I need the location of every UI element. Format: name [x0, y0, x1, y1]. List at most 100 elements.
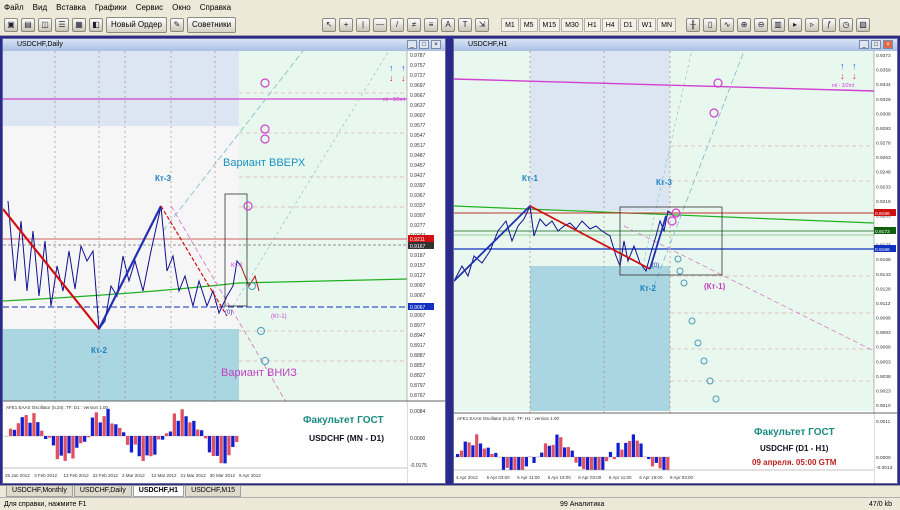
oscillator-bar: [627, 440, 632, 457]
timeframe-button[interactable]: M1: [501, 17, 519, 32]
oscillator-bar: [16, 423, 20, 436]
date-tick-label: 30 Mar 2012: [210, 473, 236, 478]
new-chart-icon[interactable]: ▣: [4, 17, 18, 32]
oscillator-bar: [211, 436, 215, 456]
metaeditor-icon[interactable]: ✎: [169, 17, 184, 32]
menu-item[interactable]: Файл: [4, 3, 24, 12]
oscillator-bar: [44, 436, 48, 440]
price-tick-label: 0.9277: [410, 223, 426, 229]
close-button[interactable]: ×: [431, 40, 441, 49]
text-icon[interactable]: A: [441, 17, 456, 32]
terminal-icon[interactable]: ▦: [72, 17, 86, 32]
timeframe-button[interactable]: H1: [583, 17, 601, 32]
maximize-button[interactable]: □: [419, 40, 429, 49]
window-title-text: USDCHF,Daily: [17, 41, 63, 48]
oscillator-bar: [122, 432, 126, 436]
date-tick-label: 9 Apr 2012: [239, 473, 261, 478]
crosshair-icon[interactable]: +: [339, 17, 354, 32]
tester-icon[interactable]: ◧: [89, 17, 103, 32]
bar-chart-icon[interactable]: ╫: [686, 17, 701, 32]
oscillator-bar: [578, 457, 582, 467]
date-tick-label: 21 Mar 2012: [181, 473, 207, 478]
arrows-icon[interactable]: ⇲: [475, 17, 490, 32]
timeframe-button[interactable]: H4: [601, 17, 619, 32]
timeframe-button[interactable]: M5: [519, 17, 538, 32]
timeframe-button[interactable]: M15: [538, 17, 561, 32]
minimize-button[interactable]: _: [859, 40, 869, 49]
price-tick-label: 0.9143: [876, 272, 891, 278]
navigator-icon[interactable]: ☰: [55, 17, 69, 32]
svg-text:↑: ↑: [840, 61, 845, 71]
zoom-in-icon[interactable]: ⊕: [737, 17, 752, 32]
oscillator-bar: [196, 429, 200, 436]
menu-item[interactable]: Справка: [200, 3, 231, 12]
oscillator-bar: [172, 413, 176, 436]
menu-item[interactable]: Сервис: [136, 3, 163, 12]
oscillator-bar: [658, 457, 662, 469]
timeframe-button[interactable]: W1: [637, 17, 657, 32]
oscillator-bar: [141, 436, 145, 461]
date-tick-label: 4 Apr 2012: [456, 475, 478, 480]
price-tick-label: 0.9263: [876, 155, 891, 161]
price-tick-label: 0.9727: [410, 73, 426, 79]
autoscroll-icon[interactable]: ▸: [788, 17, 803, 32]
oscillator-bar: [624, 442, 628, 457]
label-ml: ml - 3/2ml: [383, 97, 405, 103]
candle-chart-icon[interactable]: ▯: [703, 17, 718, 32]
menu-item[interactable]: Вставка: [56, 3, 86, 12]
oscillator-bar: [559, 437, 563, 457]
status-profile[interactable]: 99 Аналитика: [560, 501, 604, 508]
minimize-button[interactable]: _: [407, 40, 417, 49]
label-kt3: Кт-3: [656, 178, 672, 187]
chart-tab[interactable]: USDCHF,Daily: [73, 486, 132, 497]
menu-item[interactable]: Вид: [33, 3, 47, 12]
svg-text:0.0000: 0.0000: [876, 455, 891, 461]
chart-tab[interactable]: USDCHF,M15: [185, 486, 242, 497]
oscillator-bar: [157, 436, 161, 440]
channel-icon[interactable]: ≠: [407, 17, 422, 32]
label-zero: (0): [652, 263, 659, 269]
market-watch-icon[interactable]: ◫: [38, 17, 52, 32]
periods-icon[interactable]: ◷: [839, 17, 854, 32]
new-order-button[interactable]: Новый Ордер: [106, 16, 167, 33]
price-chart-h1[interactable]: ↑ ↑ ↓ ↓ Кт-1 Кт-3 Кт-2 (Кт-1) (0) ml - 3/2…: [454, 51, 897, 483]
oscillator-bar: [650, 457, 655, 467]
maximize-button[interactable]: □: [871, 40, 881, 49]
oscillator-bar: [110, 423, 114, 436]
date-caption: 09 апреля. 05:00 GTM: [752, 458, 837, 467]
vertical-line-icon[interactable]: |: [356, 17, 371, 32]
advisors-button[interactable]: Советники: [186, 16, 237, 33]
chart-window-h1: USDCHF,H1 _ □ × ↑ ↑ ↓ ↓ Кт-1 Кт-3 Кт-2 (…: [453, 38, 898, 484]
oscillator-bar: [219, 436, 223, 464]
menu-item[interactable]: Окно: [172, 3, 191, 12]
fibonacci-icon[interactable]: ≡: [424, 17, 439, 32]
price-tick-label: 0.9068: [876, 345, 891, 351]
oscillator-bar: [532, 457, 536, 464]
oscillator-bar: [153, 436, 157, 455]
tile-icon[interactable]: ▥: [771, 17, 786, 32]
chart-tab[interactable]: USDCHF,H1: [132, 486, 185, 497]
chart-tab[interactable]: USDCHF,Monthly: [6, 486, 73, 497]
shift-icon[interactable]: ▹: [805, 17, 820, 32]
trendline-icon[interactable]: /: [390, 17, 405, 32]
profiles-icon[interactable]: ▤: [21, 17, 35, 32]
line-chart-icon[interactable]: ∿: [720, 17, 735, 32]
timeframe-button[interactable]: M30: [561, 17, 583, 32]
menu-item[interactable]: Графики: [95, 3, 127, 12]
price-tick-label: 0.9547: [410, 133, 426, 139]
oscillator-bar: [509, 457, 513, 471]
svg-text:↑: ↑: [401, 63, 406, 73]
zoom-out-icon[interactable]: ⊖: [754, 17, 769, 32]
timeframe-button[interactable]: D1: [619, 17, 637, 32]
indicators-icon[interactable]: ƒ: [822, 17, 837, 32]
horizontal-line-icon[interactable]: —: [373, 17, 388, 32]
cursor-icon[interactable]: ↖: [322, 17, 337, 32]
oscillator-bar: [540, 452, 544, 457]
label-icon[interactable]: T: [458, 17, 473, 32]
templates-icon[interactable]: ▧: [856, 17, 871, 32]
close-button[interactable]: ×: [883, 40, 893, 49]
oscillator-bar: [184, 416, 188, 436]
oscillator-bar: [203, 436, 208, 439]
price-chart-daily[interactable]: ↑ ↑ ↓ ↓ Кт-3 Кт-2 Вариант ВВЕРХ Вариант ВН…: [3, 51, 445, 483]
timeframe-button[interactable]: MN: [657, 17, 677, 32]
